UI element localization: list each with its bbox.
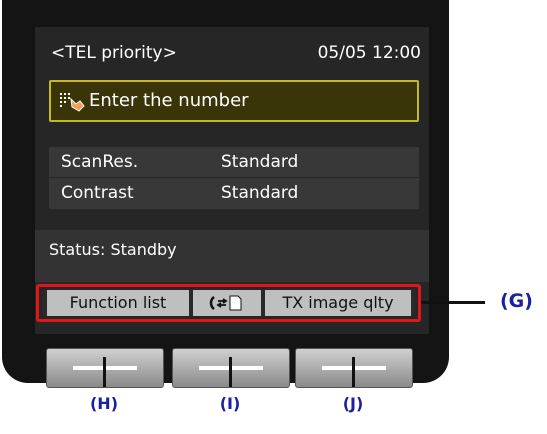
callout-leader-line <box>421 301 485 304</box>
pointer-line-h <box>103 357 106 387</box>
hand-pointer-icon <box>59 90 85 112</box>
setting-row-scanres[interactable]: ScanRes. Standard <box>49 147 419 178</box>
operation-panel: <TEL priority> 05/05 12:00 Enter the num… <box>2 0 449 383</box>
pointer-line-i <box>229 357 232 387</box>
setting-row-contrast[interactable]: Contrast Standard <box>49 178 419 208</box>
callout-label-g: (G) <box>500 290 533 312</box>
pointer-line-j <box>352 357 355 387</box>
number-entry-prompt[interactable]: Enter the number <box>49 80 419 122</box>
setting-key: ScanRes. <box>61 152 139 172</box>
screen-header: <TEL priority> 05/05 12:00 <box>49 37 421 69</box>
setting-value: Standard <box>221 152 299 172</box>
settings-list: ScanRes. Standard Contrast Standard <box>49 147 419 209</box>
callout-label-j: (J) <box>342 394 364 413</box>
mode-indicator: <TEL priority> <box>51 43 177 63</box>
number-entry-label: Enter the number <box>89 90 249 111</box>
status-text: Status: Standby <box>49 240 177 259</box>
callout-label-h: (H) <box>89 394 118 413</box>
status-area: Status: Standby <box>35 230 429 282</box>
setting-value: Standard <box>221 183 299 203</box>
setting-key: Contrast <box>61 183 134 203</box>
date-time: 05/05 12:00 <box>317 43 421 63</box>
callout-label-i: (I) <box>219 394 241 413</box>
function-bar-highlight <box>36 284 421 322</box>
